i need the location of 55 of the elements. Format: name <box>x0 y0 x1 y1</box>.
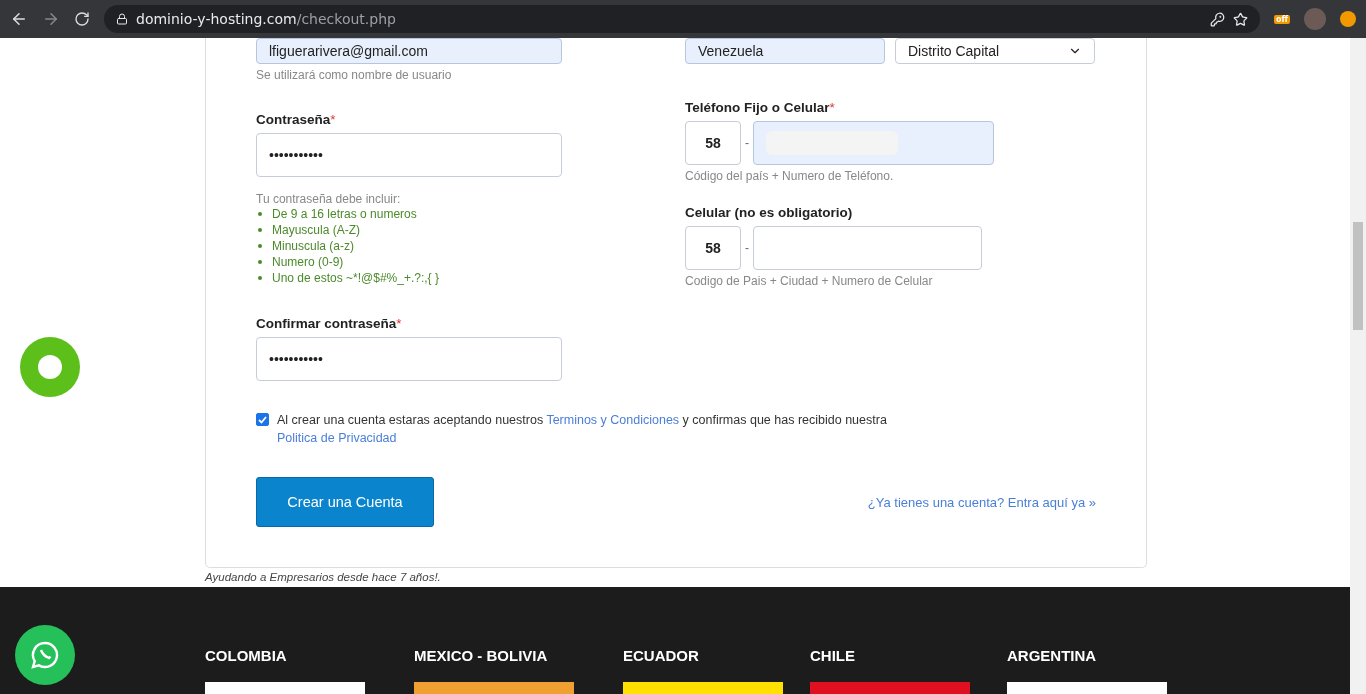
bullet-icon <box>258 260 262 264</box>
check-icon <box>258 415 267 424</box>
help-text: Código del país + Numero de Teléfono. <box>685 169 895 183</box>
phone-field[interactable] <box>753 121 994 165</box>
rule-text: De 9 a 16 letras o numeros <box>272 206 417 222</box>
star-icon[interactable] <box>1233 11 1248 27</box>
terms-link[interactable]: Terminos y Condiciones <box>546 413 680 427</box>
rules-title: Tu contraseña debe incluir: <box>256 192 402 206</box>
country-title: ARGENTINA <box>1007 647 1098 664</box>
bullet-icon <box>258 212 262 216</box>
scrollbar[interactable] <box>1350 38 1366 694</box>
reload-icon[interactable] <box>74 11 90 27</box>
rule-text: Uno de estos ~*!@$#%_+.?:,{ } <box>272 270 439 286</box>
password-field[interactable]: ••••••••••• <box>256 337 562 381</box>
help-text: Se utilizará como nombre de usuario <box>256 68 453 82</box>
url-text: dominio-y-hosting.com/checkout.php <box>136 11 396 27</box>
bullet-icon <box>258 228 262 232</box>
field-label: Confirmar contraseña* <box>256 316 403 331</box>
avatar[interactable] <box>1304 8 1326 30</box>
forward-icon[interactable] <box>42 10 60 28</box>
country-code-field[interactable]: 58 <box>685 121 741 165</box>
rule-text: Minuscula (a-z) <box>272 238 355 254</box>
country-title: MEXICO - BOLIVIA <box>414 647 549 664</box>
bullet-icon <box>258 276 262 280</box>
field-label: Contraseña* <box>256 112 337 127</box>
separator: - <box>745 241 749 255</box>
terms-checkbox[interactable] <box>256 413 269 426</box>
email-field[interactable]: lfiguerarivera@gmail.com <box>256 38 562 64</box>
country-title: CHILE <box>810 647 856 664</box>
create-account-button[interactable]: Crear una Cuenta <box>256 477 434 527</box>
alert-icon[interactable] <box>1340 11 1356 27</box>
help-text: Codigo de Pais + Ciudad + Numero de Celular <box>685 274 934 288</box>
chat-button[interactable] <box>20 337 80 397</box>
password-field[interactable]: ••••••••••• <box>256 133 562 177</box>
rule-text: Mayuscula (A-Z) <box>272 222 360 238</box>
country-title: ECUADOR <box>623 647 700 664</box>
whatsapp-icon <box>30 640 60 670</box>
bullet-icon <box>258 244 262 248</box>
state-select[interactable]: Distrito Capital <box>895 38 1095 64</box>
back-icon[interactable] <box>10 10 28 28</box>
tagline: Ayudando a Empresarios desde hace 7 años!. <box>205 571 442 583</box>
field-label: Teléfono Fijo o Celular* <box>685 100 836 115</box>
key-icon[interactable] <box>1210 11 1225 27</box>
privacy-link[interactable]: Politica de Privacidad <box>277 431 397 445</box>
separator: - <box>745 136 749 150</box>
address-bar[interactable]: dominio-y-hosting.com/checkout.php <box>104 5 1260 33</box>
lock-icon <box>116 13 128 25</box>
field-label: Celular (no es obligatorio) <box>685 205 854 220</box>
rule-text: Numero (0-9) <box>272 254 344 270</box>
country-field[interactable]: Venezuela <box>685 38 885 64</box>
country-title: COLOMBIA <box>205 647 288 664</box>
login-link[interactable]: ¿Ya tienes una cuenta? Entra aquí ya » <box>867 494 1096 510</box>
mobile-field[interactable] <box>753 226 982 270</box>
terms-text: Al crear una cuenta estaras aceptando nuestros Terminos y Condiciones y confirmas que has recibido nuestra Politica de Privacidad <box>277 412 888 447</box>
country-code-field[interactable]: 58 <box>685 226 741 270</box>
